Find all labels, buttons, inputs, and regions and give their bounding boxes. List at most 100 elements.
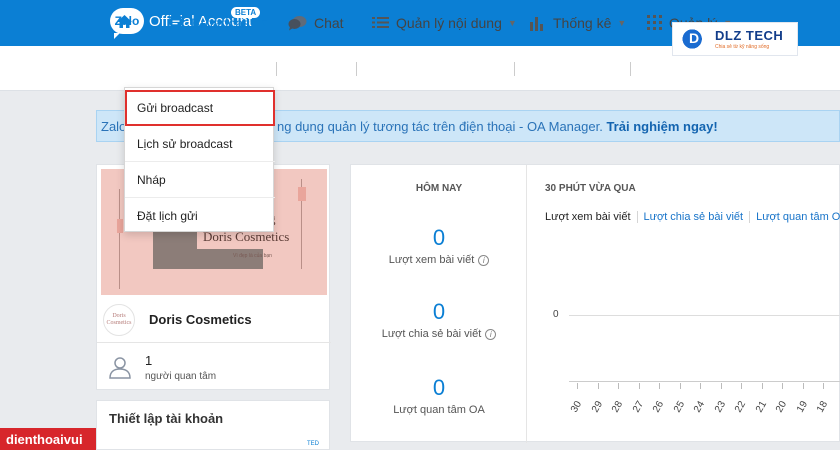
x-tick-label: 24 xyxy=(692,399,708,415)
stat-label: Lượt chia sẻ bài viết xyxy=(381,328,482,340)
home-icon xyxy=(116,14,132,28)
try-now-link[interactable]: Trải nghiệm ngay! xyxy=(606,119,717,134)
x-tick xyxy=(577,383,578,389)
x-tick xyxy=(700,383,701,389)
x-tick xyxy=(823,383,824,389)
bar-chart-icon xyxy=(530,16,543,31)
profile-name[interactable]: Doris Cosmetics xyxy=(149,312,252,327)
dlz-logo-tagline: Chia sẻ từ kỹ năng sống xyxy=(715,44,770,50)
x-tick xyxy=(802,383,804,389)
nav-chat-label: Chat xyxy=(314,14,344,31)
today-stats: HÔM NAY 0 Lượt xem bài viết i 0 Lượt chia… xyxy=(351,165,527,443)
nav-chat[interactable]: Chat xyxy=(288,0,344,45)
followers-count: 1 xyxy=(145,352,153,368)
x-tick-label: 18 xyxy=(815,399,831,415)
nav-statistics[interactable]: Thống kê ▼ xyxy=(530,0,626,45)
chevron-down-icon: ▼ xyxy=(617,17,627,28)
recent-tabs: Lượt xem bài viết Lượt chia sẻ bài viết … xyxy=(545,211,840,223)
banner-lead-text: Zalo xyxy=(101,118,127,134)
stat-value: 0 xyxy=(432,375,446,400)
account-setup-title: Thiết lập tài khoản xyxy=(109,411,224,426)
nav-divider xyxy=(356,62,357,76)
tab-oa-follows[interactable]: Lượt quan tâm OA xyxy=(749,211,840,223)
x-tick xyxy=(659,383,660,389)
tab-post-shares[interactable]: Lượt chia sẻ bài viết xyxy=(636,211,750,223)
account-setup-tiny-text: TED xyxy=(307,441,319,447)
x-tick xyxy=(761,383,763,389)
x-tick-label: 27 xyxy=(630,399,646,415)
x-tick xyxy=(597,383,599,389)
cover-decoration xyxy=(298,187,306,201)
menu-item-send-broadcast[interactable]: Gửi broadcast xyxy=(125,90,275,126)
info-icon[interactable]: i xyxy=(478,254,490,266)
x-tick xyxy=(720,383,722,389)
stat-post-shares: 0 Lượt chia sẻ bài viết i xyxy=(351,299,527,340)
dlz-tech-logo: DLZ TECH Chia sẻ từ kỹ năng sống xyxy=(672,22,798,56)
x-tick-label: 25 xyxy=(671,399,687,415)
x-tick-label: 23 xyxy=(712,399,728,415)
nav-broadcast[interactable]: Broadcast ▼ xyxy=(168,0,269,45)
dienthoaivui-watermark: dienthoaivui xyxy=(0,428,96,450)
dlz-logo-icon xyxy=(681,26,709,52)
stat-oa-follows: 0 Lượt quan tâm OA xyxy=(351,375,527,416)
profile-name-row: Doris Cosmetics Doris Cosmetics xyxy=(97,297,331,343)
menu-item-broadcast-history[interactable]: Lịch sử broadcast xyxy=(125,126,275,162)
menu-item-label: Nháp xyxy=(137,172,166,187)
followers-label: người quan tâm xyxy=(145,370,217,382)
menu-item-drafts[interactable]: Nháp xyxy=(125,162,275,198)
banner-message: ng dụng quản lý tương tác trên điện thoạ… xyxy=(277,118,603,134)
nav-statistics-label: Thống kê xyxy=(553,14,612,31)
x-tick-label: 28 xyxy=(610,399,626,415)
banner-text: ng dụng quản lý tương tác trên điện thoạ… xyxy=(277,119,718,134)
x-tick xyxy=(679,383,681,389)
cover-decoration xyxy=(117,219,123,233)
chat-icon xyxy=(288,15,307,30)
recent-heading: 30 PHÚT VỪA QUA xyxy=(545,183,636,194)
account-setup-card: Thiết lập tài khoản TED xyxy=(96,400,330,450)
stat-label: Lượt quan tâm OA xyxy=(393,404,485,416)
grid-icon xyxy=(647,15,662,30)
y-tick-label: 0 xyxy=(553,309,559,320)
x-tick xyxy=(618,383,619,389)
x-tick-label: 22 xyxy=(733,399,749,415)
menu-item-schedule[interactable]: Đặt lịch gửi xyxy=(125,198,275,234)
avatar-text: Doris Cosmetics xyxy=(106,312,132,326)
cover-decoration xyxy=(119,189,120,289)
nav-divider xyxy=(276,62,277,76)
menu-item-label: Gửi broadcast xyxy=(137,101,214,115)
nav-content-label: Quản lý nội dung xyxy=(396,14,502,31)
x-tick xyxy=(638,383,640,389)
broadcast-dropdown: Gửi broadcast Lịch sử broadcast Nháp Đặt… xyxy=(124,87,275,234)
avatar[interactable]: Doris Cosmetics xyxy=(103,303,135,336)
dlz-logo-name: DLZ TECH xyxy=(715,28,784,43)
nav-content-management[interactable]: Quản lý nội dung ▼ xyxy=(372,0,517,45)
nav-divider xyxy=(630,62,631,76)
message-bubble-icon xyxy=(169,16,183,29)
menu-item-label: Lịch sử broadcast xyxy=(137,136,233,151)
nav-divider xyxy=(514,62,515,76)
stats-card: HÔM NAY 0 Lượt xem bài viết i 0 Lượt chia… xyxy=(350,164,840,443)
zero-gridline xyxy=(569,315,840,316)
chevron-down-icon: ▼ xyxy=(507,17,517,28)
x-tick xyxy=(782,383,783,389)
x-tick-label: 20 xyxy=(774,399,790,415)
x-tick-label: 26 xyxy=(651,399,667,415)
stat-label: Lượt xem bài viết xyxy=(388,254,475,266)
stat-post-views: 0 Lượt xem bài viết i xyxy=(351,225,527,266)
x-tick-label: 29 xyxy=(589,399,605,415)
info-icon[interactable]: i xyxy=(485,328,497,340)
followers-row: 1 người quan tâm xyxy=(97,345,331,389)
cover-subtitle: Vì đẹp là của bạn xyxy=(233,253,272,259)
nav-home[interactable] xyxy=(104,0,144,45)
x-tick-label: 19 xyxy=(794,399,810,415)
chevron-down-icon: ▼ xyxy=(260,17,269,28)
today-heading: HÔM NAY xyxy=(415,183,463,194)
tab-post-views[interactable]: Lượt xem bài viết xyxy=(545,211,637,223)
x-tick xyxy=(741,383,742,389)
x-tick-label: 21 xyxy=(753,399,769,415)
nav-broadcast-label: Broadcast xyxy=(191,14,255,31)
stat-value: 0 xyxy=(432,225,446,250)
x-tick-label: 30 xyxy=(569,399,585,415)
menu-item-label: Đặt lịch gửi xyxy=(137,209,198,223)
stat-value: 0 xyxy=(432,299,446,324)
